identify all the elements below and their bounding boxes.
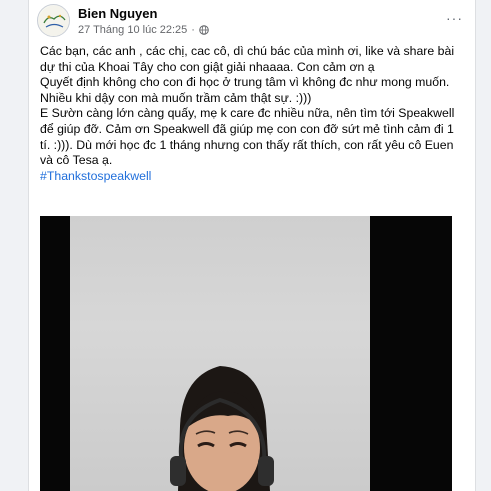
more-options-icon[interactable]: ··· (446, 10, 463, 26)
meta-separator: · (191, 24, 195, 36)
avatar[interactable] (37, 4, 70, 37)
post-paragraph: Quyết định không cho con đi học ở trung … (40, 75, 450, 105)
globe-icon[interactable] (199, 25, 209, 35)
video-player[interactable] (40, 216, 452, 491)
post-card: Bien Nguyen 27 Tháng 10 lúc 22:25 · ··· … (28, 0, 476, 491)
post-meta: 27 Tháng 10 lúc 22:25 · (78, 24, 209, 36)
post-timestamp[interactable]: 27 Tháng 10 lúc 22:25 (78, 24, 187, 36)
post-paragraph: Các bạn, các anh , các chị, cac cô, dì c… (40, 44, 455, 74)
hashtag-link[interactable]: #Thankstospeakwell (40, 169, 151, 183)
post-text: Các bạn, các anh , các chị, cac cô, dì c… (40, 44, 460, 184)
author-name[interactable]: Bien Nguyen (78, 6, 157, 21)
post-paragraph: E Sườn càng lớn càng quấy, mẹ k care đc … (40, 106, 455, 168)
post-header: Bien Nguyen 27 Tháng 10 lúc 22:25 · ··· (37, 4, 467, 40)
child-figure (170, 366, 274, 491)
video-frame (70, 216, 370, 491)
